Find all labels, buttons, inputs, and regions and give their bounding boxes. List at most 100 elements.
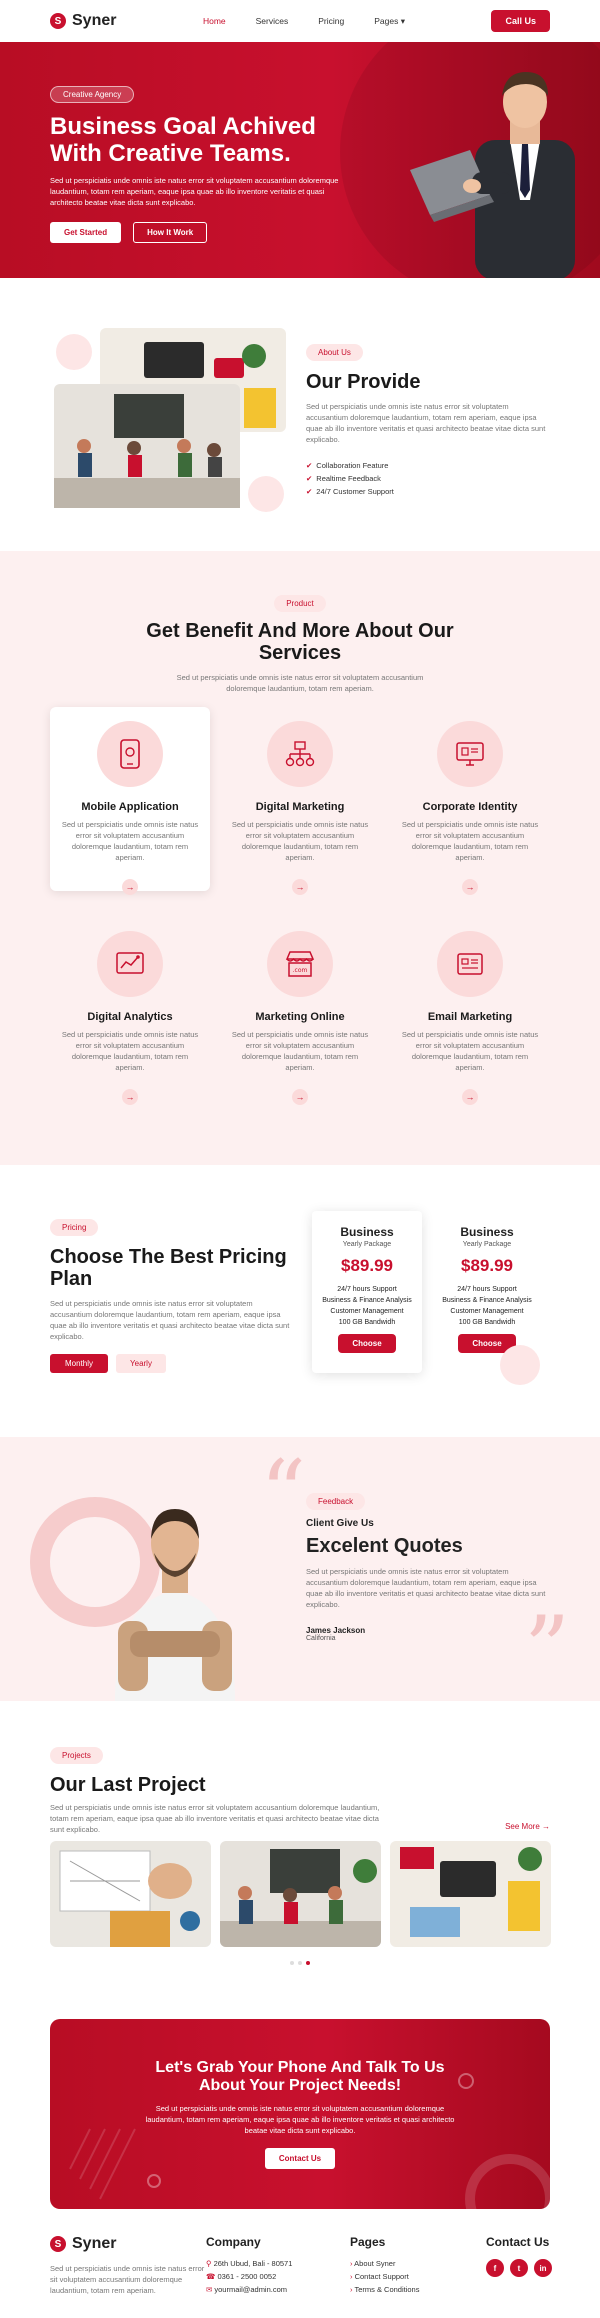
service-text: Sed ut perspiciatis unde omnis iste natu… [61, 1030, 199, 1072]
monthly-toggle[interactable]: Monthly [50, 1354, 108, 1373]
carousel-dot[interactable] [298, 1961, 302, 1965]
get-started-button[interactable]: Get Started [50, 222, 122, 243]
facebook-icon[interactable]: f [486, 2259, 504, 2277]
call-us-button[interactable]: Call Us [491, 10, 550, 32]
brand-name: Syner [72, 12, 117, 29]
arrow-right-icon[interactable]: → [292, 879, 308, 895]
arrow-right-icon[interactable]: → [122, 1089, 138, 1105]
address-text: 26th Ubud, Bali - 80571 [213, 2259, 293, 2268]
feature-label: Realtime Feedback [316, 474, 381, 483]
chevron-right-icon: › [350, 2272, 353, 2281]
address-item: ⚲ 26th Ubud, Bali - 80571 [206, 2257, 326, 2270]
services-section: Product Get Benefit And More About Our S… [0, 551, 600, 1165]
about-section: About Us Our Provide Sed ut perspiciatis… [0, 278, 600, 551]
testimonial-section: “ ” Feedback Client Give Us Excelent Quo… [0, 1437, 600, 1701]
services-tag: Product [274, 595, 326, 612]
carousel-dot[interactable] [290, 1961, 294, 1965]
how-it-work-button[interactable]: How It Work [133, 222, 208, 243]
testimonial-title: Excelent Quotes [306, 1535, 463, 1557]
project-image[interactable] [390, 1841, 551, 1947]
service-card-corporate-identity[interactable]: Corporate Identity Sed ut perspiciatis u… [390, 707, 550, 895]
services-title: Get Benefit And More About Our Services [146, 620, 454, 664]
service-text: Sed ut perspiciatis unde omnis iste natu… [401, 820, 539, 862]
twitter-icon[interactable]: t [510, 2259, 528, 2277]
footer-logo[interactable]: S Syner [50, 2235, 210, 2253]
plan-feature: 100 GB Bandwidh [458, 1319, 516, 1326]
yearly-toggle[interactable]: Yearly [116, 1354, 166, 1373]
about-text: Sed ut perspiciatis unde omnis iste natu… [306, 402, 546, 444]
testimonial-text: Sed ut perspiciatis unde omnis iste natu… [306, 1567, 546, 1609]
plan-package: Yearly Package [462, 1241, 512, 1248]
brand-logo[interactable]: S Syner [50, 12, 116, 30]
decorative-circle [500, 1345, 540, 1385]
plan-feature: 24/7 hours Support [457, 1286, 517, 1293]
quote-open-icon: “ [260, 1441, 307, 1546]
phone-icon: ☎ [206, 2272, 216, 2281]
service-text: Sed ut perspiciatis unde omnis iste natu… [61, 820, 199, 862]
footer-pages-column: Pages › About Syner › Contact Support › … [350, 2235, 460, 2296]
carousel-dots [290, 1961, 310, 1965]
see-more-label: See More [505, 1822, 540, 1831]
footer-link-label: Terms & Conditions [354, 2285, 420, 2294]
footer-link-label: About Syner [354, 2259, 396, 2268]
hero-text: Sed ut perspiciatis unde omnis iste natu… [50, 176, 339, 207]
carousel-dot-active[interactable] [306, 1961, 310, 1965]
projects-text: Sed ut perspiciatis unde omnis iste natu… [50, 1803, 380, 1834]
nav-pricing[interactable]: Pricing [318, 16, 344, 27]
projects-tag: Projects [50, 1747, 103, 1764]
projects-title: Our Last Project [50, 1774, 206, 1796]
svg-text:.com: .com [293, 967, 308, 974]
projects-section: Projects Our Last Project Sed ut perspic… [0, 1701, 600, 1989]
service-title: Mobile Application [81, 801, 179, 813]
footer: S Syner Sed ut perspiciatis unde omnis i… [0, 2213, 600, 2318]
choose-plan-button[interactable]: Choose [338, 1334, 396, 1353]
phone-item[interactable]: ☎ 0361 - 2500 0052 [206, 2270, 326, 2283]
footer-link[interactable]: › About Syner [350, 2257, 460, 2270]
footer-link[interactable]: › Contact Support [350, 2270, 460, 2283]
cta-banner: Let's Grab Your Phone And Talk To Us Abo… [50, 2019, 550, 2209]
service-title: Digital Marketing [255, 801, 345, 813]
project-image[interactable] [220, 1841, 381, 1947]
plan-feature: Customer Management [450, 1308, 524, 1315]
nav-services[interactable]: Services [256, 16, 289, 27]
footer-company-title: Company [206, 2235, 261, 2249]
monitor-icon [437, 721, 503, 787]
arrow-right-icon[interactable]: → [122, 879, 138, 895]
service-title: Corporate Identity [422, 801, 518, 813]
pricing-tag: Pricing [50, 1219, 99, 1236]
service-card-email-marketing[interactable]: Email Marketing Sed ut perspiciatis unde… [390, 917, 550, 1105]
feature-list: ✔ Collaboration Feature ✔ Realtime Feedbac… [306, 459, 550, 498]
linkedin-icon[interactable]: in [534, 2259, 552, 2277]
footer-contact-column: Contact Us f t in [486, 2235, 556, 2277]
client-name: James Jackson [306, 1626, 366, 1635]
arrow-right-icon[interactable]: → [292, 1089, 308, 1105]
service-card-mobile-application[interactable]: Mobile Application Sed ut perspiciatis u… [50, 707, 210, 895]
contact-us-button[interactable]: Contact Us [264, 2148, 336, 2169]
service-card-marketing-online[interactable]: .com Marketing Online Sed ut perspiciati… [220, 917, 380, 1105]
project-image[interactable] [50, 1841, 211, 1947]
footer-text: Sed ut perspiciatis unde omnis iste natu… [50, 2264, 205, 2295]
navbar: S Syner Home Services Pricing Pages ▾ Ca… [0, 0, 600, 42]
footer-company-column: Company ⚲ 26th Ubud, Bali - 80571 ☎ 0361… [206, 2235, 326, 2296]
nav-pages[interactable]: Pages ▾ [374, 16, 405, 27]
footer-link[interactable]: › Terms & Conditions [350, 2283, 460, 2296]
hero-tag: Creative Agency [50, 86, 135, 103]
main-menu: Home Services Pricing Pages ▾ [203, 16, 405, 27]
arrow-right-icon[interactable]: → [462, 879, 478, 895]
chevron-down-icon: ▾ [400, 15, 405, 26]
store-icon: .com [267, 931, 333, 997]
about-tag: About Us [306, 344, 363, 361]
email-item[interactable]: ✉ yourmail@admin.com [206, 2283, 326, 2296]
plan-features: 24/7 hours Support Business & Finance An… [432, 1284, 542, 1328]
service-card-digital-analytics[interactable]: Digital Analytics Sed ut perspiciatis un… [50, 917, 210, 1105]
arrow-right-icon[interactable]: → [462, 1089, 478, 1105]
client-city: California [306, 1635, 336, 1642]
analytics-icon [97, 931, 163, 997]
service-card-digital-marketing[interactable]: Digital Marketing Sed ut perspiciatis un… [220, 707, 380, 895]
plan-feature: Business & Finance Analysis [442, 1297, 532, 1304]
pricing-text: Sed ut perspiciatis unde omnis iste natu… [50, 1299, 290, 1341]
arrow-right-icon: → [542, 1822, 550, 1831]
nav-home[interactable]: Home [203, 16, 226, 27]
logo-mark: S [50, 2236, 66, 2252]
see-more-link[interactable]: See More → [505, 1822, 550, 1831]
